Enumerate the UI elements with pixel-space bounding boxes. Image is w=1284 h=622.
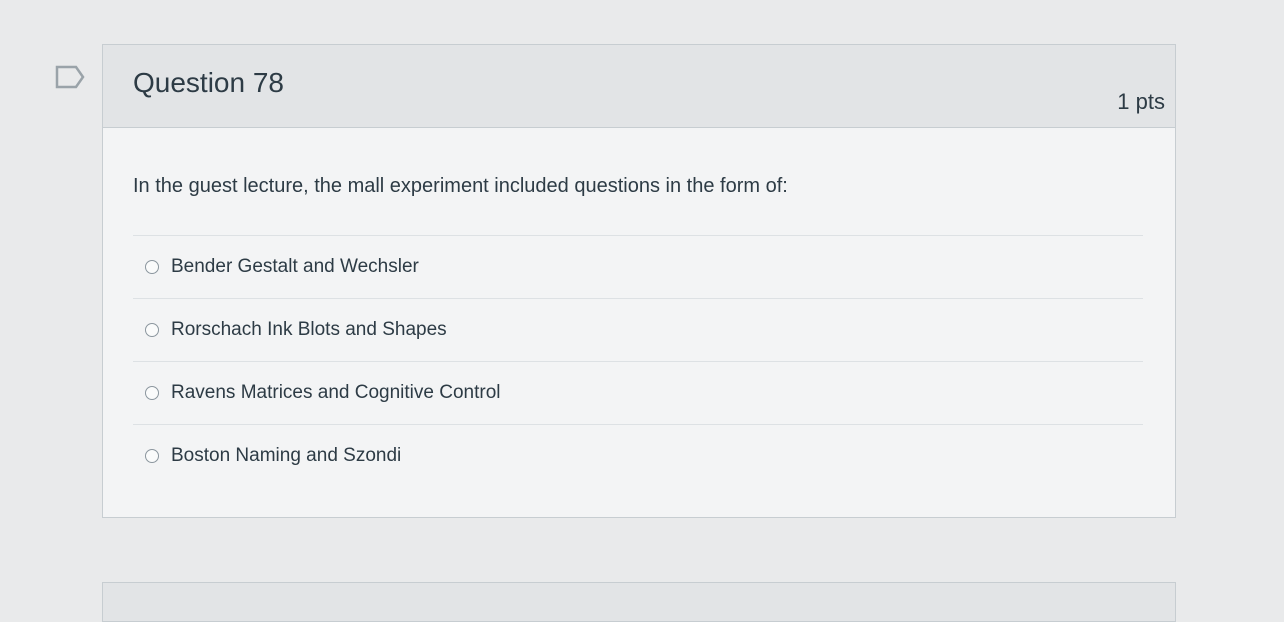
- radio-button[interactable]: [145, 449, 159, 463]
- answer-option-4[interactable]: Boston Naming and Szondi: [133, 424, 1143, 487]
- radio-button[interactable]: [145, 260, 159, 274]
- radio-button[interactable]: [145, 386, 159, 400]
- question-card: Question 78 1 pts In the guest lecture, …: [102, 44, 1176, 518]
- answer-list: Bender Gestalt and Wechsler Rorschach In…: [133, 235, 1143, 487]
- answer-label: Boston Naming and Szondi: [171, 445, 402, 466]
- answer-label: Ravens Matrices and Cognitive Control: [171, 382, 501, 403]
- answer-label: Rorschach Ink Blots and Shapes: [171, 319, 447, 340]
- answer-option-3[interactable]: Ravens Matrices and Cognitive Control: [133, 361, 1143, 424]
- question-header: Question 78 1 pts: [103, 45, 1175, 128]
- answer-option-2[interactable]: Rorschach Ink Blots and Shapes: [133, 298, 1143, 361]
- question-text: In the guest lecture, the mall experimen…: [133, 175, 788, 197]
- radio-button[interactable]: [145, 323, 159, 337]
- answer-label: Bender Gestalt and Wechsler: [171, 256, 419, 277]
- next-question-card: [102, 582, 1176, 622]
- flag-question-icon[interactable]: [54, 64, 86, 90]
- answer-option-1[interactable]: Bender Gestalt and Wechsler: [133, 235, 1143, 298]
- question-points: 1 pts: [1117, 89, 1165, 114]
- question-title: Question 78: [133, 67, 284, 98]
